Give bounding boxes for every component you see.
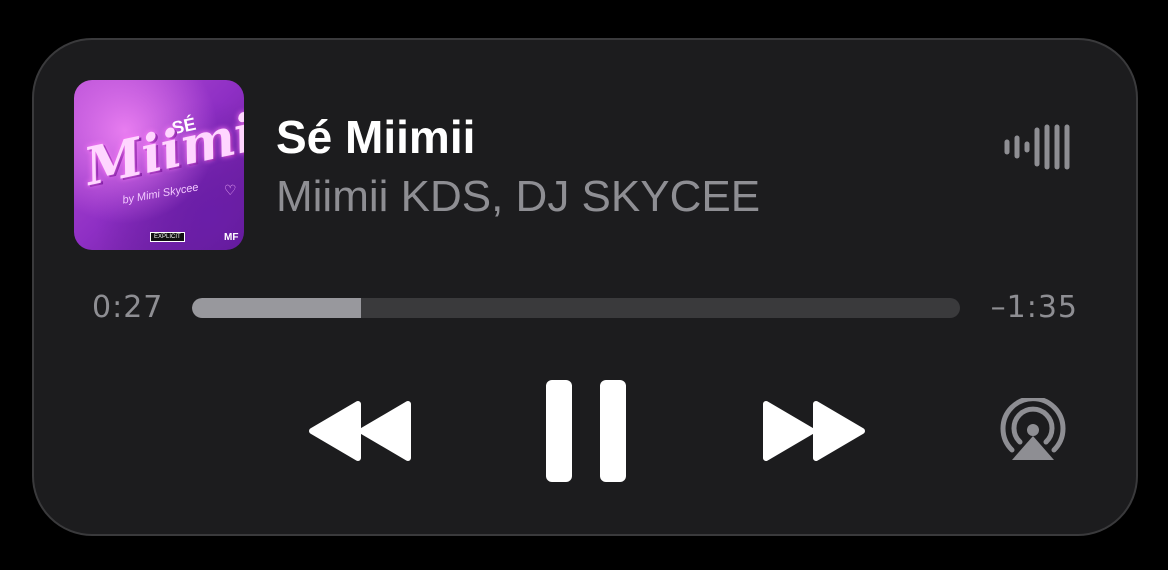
forward-button[interactable] (758, 398, 868, 464)
track-title: Sé Miimii (276, 111, 476, 163)
airplay-button[interactable] (998, 398, 1068, 466)
label-logo: MF (224, 232, 239, 243)
artwork-title-text: Miimii (79, 98, 244, 198)
waveform-icon (1004, 124, 1070, 170)
progress-scrubber[interactable] (192, 298, 960, 318)
pause-icon (546, 380, 626, 482)
now-playing-panel: SÉ Miimii by Mimi Skycee ♡ EXPLICIT MF S… (32, 38, 1138, 536)
heart-icon: ♡ (224, 182, 237, 198)
elapsed-time: 0:27 (92, 290, 164, 325)
rewind-button[interactable] (306, 398, 416, 464)
track-artist[interactable]: Miimii KDS, DJ SKYCEE (276, 172, 760, 222)
pause-button[interactable] (546, 380, 626, 482)
forward-icon (763, 401, 865, 461)
album-artwork[interactable]: SÉ Miimii by Mimi Skycee ♡ EXPLICIT MF (74, 80, 244, 250)
parental-advisory-badge: EXPLICIT (150, 232, 185, 242)
backward-icon (309, 401, 411, 461)
progress-fill (192, 298, 361, 318)
remaining-time: –1:35 (990, 290, 1078, 325)
